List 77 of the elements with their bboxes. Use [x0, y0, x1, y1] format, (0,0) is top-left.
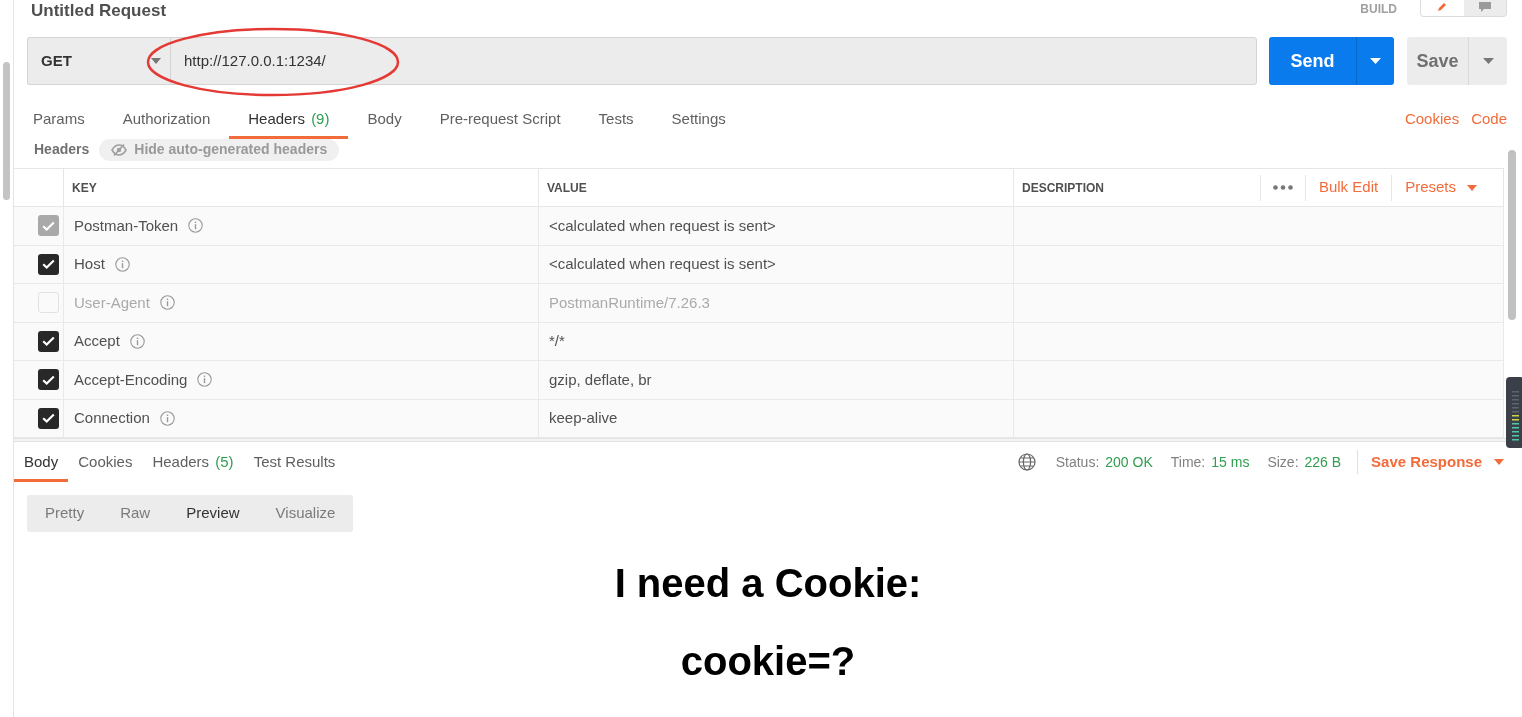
view-option[interactable]: Pretty — [27, 495, 103, 532]
preview-heading: I need a Cookie: — [614, 560, 922, 607]
mode-label: BUILD — [1360, 2, 1397, 16]
preview-heading: cookie=? — [680, 638, 856, 685]
checkbox[interactable] — [38, 407, 59, 429]
scrollbar-thumb[interactable] — [3, 62, 10, 200]
caret-icon — [1482, 58, 1494, 64]
request-tab[interactable]: Settings — [652, 100, 745, 139]
request-tab[interactable]: Pre-request Script — [420, 100, 580, 139]
stat-label: Size: — [1267, 452, 1299, 472]
globe-icon[interactable] — [1017, 453, 1036, 471]
checkbox[interactable] — [38, 253, 59, 275]
request-title: Untitled Request — [31, 1, 167, 21]
section-title: Headers — [34, 140, 90, 159]
stat-label: Status: — [1055, 452, 1100, 472]
more-icon[interactable] — [1272, 185, 1293, 190]
stat-value: 226 B — [1304, 452, 1342, 472]
header-key: Connection — [74, 407, 150, 430]
url-input[interactable]: http://127.0.0.1:1234/ — [171, 49, 1256, 73]
checkmark-icon — [42, 374, 55, 385]
checkbox[interactable] — [38, 330, 59, 352]
info-icon[interactable] — [129, 333, 145, 349]
column-header: KEY — [72, 179, 97, 197]
checkmark-icon — [42, 259, 55, 270]
info-icon[interactable] — [188, 218, 204, 234]
caret-icon — [1370, 58, 1381, 64]
header-key: Postman-Token — [74, 214, 179, 237]
header-key: Accept — [74, 330, 120, 353]
caret-icon — [1467, 184, 1477, 191]
scrollbar-thumb[interactable] — [1508, 150, 1516, 320]
send-button[interactable]: Send — [1269, 37, 1356, 85]
header-key: Accept-Encoding — [74, 368, 188, 391]
stat-value: 15 ms — [1211, 452, 1250, 472]
view-option[interactable]: Preview — [168, 495, 258, 532]
header-value: keep-alive — [549, 408, 618, 428]
checkbox[interactable] — [38, 369, 59, 391]
build-mode-button[interactable] — [1421, 0, 1464, 16]
method-dropdown[interactable]: GET — [27, 37, 170, 85]
column-header: DESCRIPTION — [1022, 179, 1104, 197]
view-option[interactable]: Visualize — [257, 495, 354, 532]
header-key: Host — [74, 253, 105, 276]
request-tab[interactable]: Body — [348, 100, 421, 139]
header-value: gzip, deflate, br — [549, 369, 652, 390]
request-tab[interactable]: Tests — [579, 100, 653, 139]
caret-icon — [151, 58, 161, 64]
info-icon[interactable] — [197, 372, 213, 388]
caret-icon — [1494, 459, 1504, 465]
level-meter-drawing — [1506, 377, 1522, 448]
stat-value: 200 OK — [1105, 452, 1153, 472]
column-header: VALUE — [547, 179, 587, 197]
response-tab[interactable]: Body — [14, 442, 69, 482]
eye-slash-icon — [111, 143, 128, 156]
checkbox[interactable] — [38, 215, 59, 237]
header-value: <calculated when request is sent> — [549, 215, 776, 236]
stat-label: Time: — [1170, 452, 1206, 472]
checkmark-icon — [42, 220, 55, 231]
info-icon[interactable] — [114, 256, 130, 272]
info-icon[interactable] — [159, 295, 175, 311]
url-field[interactable]: http://127.0.0.1:1234/ — [170, 37, 1257, 85]
header-value: */* — [549, 331, 565, 351]
response-tab[interactable]: Test Results — [243, 442, 346, 482]
view-option[interactable]: Raw — [102, 495, 169, 532]
request-tab[interactable]: Authorization — [103, 100, 230, 139]
header-value: PostmanRuntime/7.26.3 — [549, 292, 710, 313]
checkmark-icon — [42, 413, 55, 424]
checkmark-icon — [42, 336, 55, 347]
response-tab[interactable]: Headers (5) — [142, 442, 244, 482]
checkbox[interactable] — [38, 292, 59, 314]
send-options-button[interactable] — [1356, 37, 1394, 85]
info-icon[interactable] — [159, 410, 175, 426]
speech-bubble-icon — [1477, 2, 1492, 12]
response-tab[interactable]: Cookies — [68, 442, 143, 482]
header-value: <calculated when request is sent> — [549, 254, 776, 274]
request-tab[interactable]: Params — [14, 100, 104, 139]
header-key: User-Agent — [74, 291, 150, 314]
pencil-icon — [1436, 2, 1449, 12]
save-button[interactable]: Save — [1407, 37, 1468, 85]
